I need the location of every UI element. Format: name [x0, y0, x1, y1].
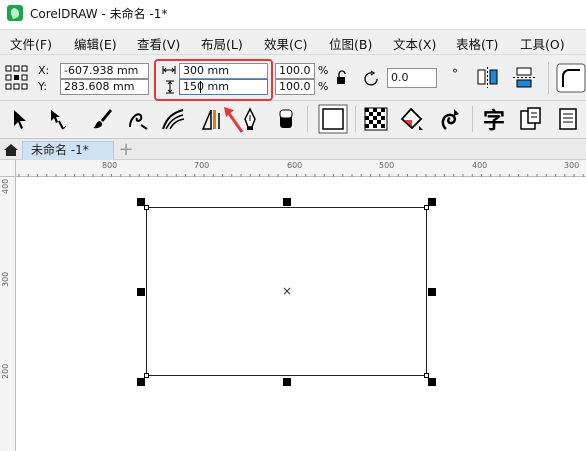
ruler-tick-label: 400: [472, 161, 488, 170]
menu-file[interactable]: 文件(F): [10, 34, 52, 53]
smart-fill-tool[interactable]: [436, 104, 464, 134]
separator: [355, 106, 356, 132]
pen-nib-icon: [244, 107, 256, 130]
shape-tool[interactable]: [44, 104, 72, 134]
corner-node[interactable]: [144, 205, 149, 210]
paintbrush-icon: [93, 109, 112, 129]
resize-handle-left[interactable]: [137, 288, 145, 296]
vertical-ruler[interactable]: [0, 177, 16, 451]
lock-ratio-icon[interactable]: [336, 70, 348, 86]
rotation-field[interactable]: 0.0: [387, 68, 437, 88]
document-icon: [559, 108, 577, 130]
corner-shape-icon[interactable]: [556, 63, 586, 93]
separator: [472, 106, 473, 132]
size-fields-highlight: [154, 59, 273, 101]
table-tool[interactable]: [516, 104, 544, 134]
y-label: Y:: [38, 80, 47, 93]
fill-bucket-icon: [400, 107, 423, 130]
resize-handle-bottom-right[interactable]: [428, 378, 436, 386]
transparency-tool[interactable]: [362, 104, 390, 134]
mirror-vertical-icon[interactable]: [512, 66, 536, 90]
menu-text[interactable]: 文本(X): [393, 34, 436, 53]
horizontal-ruler-ticks: [18, 174, 584, 177]
menu-effects[interactable]: 效果(C): [264, 34, 307, 53]
document-tab[interactable]: 未命名 -1*: [22, 141, 114, 160]
home-icon[interactable]: [3, 143, 19, 157]
scale-x-field[interactable]: 100.0: [275, 63, 315, 79]
eraser-icon: [279, 109, 293, 128]
percent-label-y: %: [318, 80, 329, 93]
separator: [307, 106, 308, 132]
shape-edit-icon: [51, 110, 67, 130]
resize-handle-bottom[interactable]: [283, 378, 291, 386]
rectangle-tool[interactable]: [316, 104, 350, 134]
resize-handle-right[interactable]: [428, 288, 436, 296]
menu-layout[interactable]: 布局(L): [201, 34, 243, 53]
resize-handle-top-right[interactable]: [428, 198, 436, 206]
y-position-field[interactable]: 283.608 mm: [60, 79, 149, 95]
x-label: X:: [38, 64, 50, 77]
document-tool[interactable]: [554, 104, 582, 134]
text-tool[interactable]: 字: [480, 104, 508, 134]
center-marker[interactable]: ×: [282, 284, 292, 298]
ruler-tick-label: 300: [1, 271, 10, 287]
menu-bitmaps[interactable]: 位图(B): [329, 34, 372, 53]
percent-label-x: %: [318, 64, 329, 77]
degree-icon: °: [452, 67, 458, 81]
brush-tool[interactable]: [88, 104, 116, 134]
clipboard-icon: [520, 107, 541, 130]
ruler-tick-label: 400: [1, 178, 10, 194]
pen-tool[interactable]: [236, 104, 264, 134]
rotation-icon: [364, 70, 378, 86]
x-position-field[interactable]: -607.938 mm: [60, 63, 149, 79]
ruler-tick-label: 700: [194, 161, 210, 170]
swirl-icon: [441, 109, 459, 130]
eraser-tool[interactable]: [272, 104, 300, 134]
menu-view[interactable]: 查看(V): [137, 34, 180, 53]
corner-node[interactable]: [424, 205, 429, 210]
resize-handle-top[interactable]: [283, 198, 291, 206]
menu-table[interactable]: 表格(T): [456, 34, 498, 53]
pointer-icon: [14, 110, 26, 129]
coreldraw-logo-icon: [7, 5, 23, 21]
corner-node[interactable]: [144, 373, 149, 378]
object-origin-icon[interactable]: [5, 65, 29, 91]
artistic-media-icon: [162, 109, 185, 130]
pick-tool[interactable]: [6, 104, 34, 134]
ruler-tick-label: 600: [287, 161, 303, 170]
resize-handle-bottom-left[interactable]: [137, 378, 145, 386]
window-title: CorelDRAW - 未命名 -1*: [30, 7, 168, 21]
ruler-tick-label: 300: [564, 161, 580, 170]
curve-icon: [129, 113, 148, 130]
separator: [548, 62, 549, 94]
menu-tools[interactable]: 工具(O): [520, 34, 565, 53]
ruler-tick-label: 800: [102, 161, 118, 170]
scale-y-field[interactable]: 100.0: [275, 79, 315, 95]
ruler-tick-label: 500: [379, 161, 395, 170]
fill-tool[interactable]: [398, 104, 426, 134]
ruler-corner[interactable]: [0, 160, 16, 177]
checkerboard-icon: [364, 107, 388, 131]
mirror-horizontal-icon[interactable]: [476, 66, 500, 90]
artistic-media-tool[interactable]: [160, 104, 188, 134]
add-tab-button[interactable]: +: [117, 141, 135, 159]
freehand-tool[interactable]: [124, 104, 152, 134]
ruler-tick-label: 200: [1, 363, 10, 379]
menu-edit[interactable]: 编辑(E): [74, 34, 117, 53]
corner-node[interactable]: [424, 373, 429, 378]
rectangle-icon: [318, 104, 348, 134]
text-tool-icon: 字: [482, 109, 505, 134]
menu-bar: 文件(F) 编辑(E) 查看(V) 布局(L) 效果(C) 位图(B) 文本(X…: [0, 29, 586, 54]
